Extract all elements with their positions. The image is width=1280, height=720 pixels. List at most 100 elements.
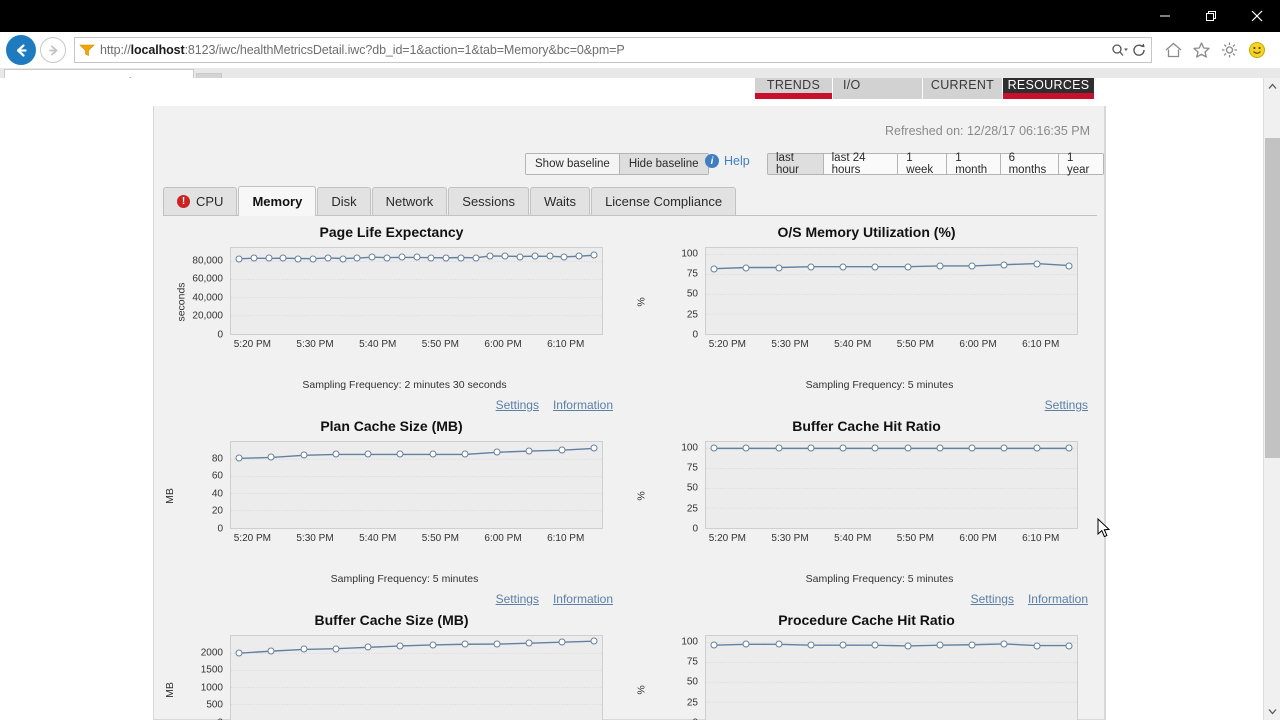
range-button-1-month[interactable]: 1 month [946,152,1000,176]
chart-plot-area: % 0 25 50 75 100 5:20 PM 5:30 PM 5:40 PM 5:50 PM 6… [629,441,1088,551]
plot-canvas [230,441,603,529]
plot-wrapper: 0 25 50 75 100 5:20 PM 5:30 PM 5:40 PM 5:50 PM 6:… [657,247,1078,350]
y-axis-ticks: 0255075100 [657,635,703,720]
information-link[interactable]: Information [1028,592,1088,606]
y-tick-label: 25 [686,697,698,709]
nav-tab-current[interactable]: CURRENT [923,78,1003,99]
settings-gear-icon[interactable] [1220,41,1239,59]
data-point-marker [904,642,912,650]
metric-tab-memory[interactable]: Memory [238,186,317,216]
metric-tab-label: Sessions [462,194,516,209]
refresh-icon[interactable] [1131,42,1147,58]
x-axis-ticks: 5:20 PM 5:30 PM 5:40 PM 5:50 PM 6:00 PM 6:10 … [230,337,603,353]
chart-row: Buffer Cache Size (MB)MB0500100015002000… [154,606,1104,720]
scroll-down-arrow-icon[interactable] [1264,703,1280,720]
data-point-marker [558,446,566,454]
data-point-marker [427,254,435,262]
y-tick-label: 40 [211,488,223,500]
x-tick-label: 5:40 PM [834,533,872,544]
favorites-star-icon[interactable] [1192,41,1211,59]
information-link[interactable]: Information [553,398,613,412]
help-link[interactable]: i Help [705,154,750,168]
navigation-bar: http://localhost:8123/iwc/healthMetricsD… [0,32,1280,68]
range-button-1-year[interactable]: 1 year [1058,152,1103,176]
chart-row: Page Life Expectancy seconds 0 20,000 40,000… [154,218,1104,412]
nav-tab-storage-i-o[interactable]: STORAGE I/O [833,78,923,99]
x-tick-label: 5:40 PM [834,339,872,350]
forward-arrow-icon[interactable] [40,37,66,63]
x-tick-label: 5:50 PM [896,533,934,544]
back-arrow-icon[interactable] [6,35,36,65]
data-point-marker [1065,642,1073,650]
minimize-button[interactable] [1142,0,1188,32]
settings-link[interactable]: Settings [971,592,1014,606]
y-axis-label: % [635,297,648,307]
nav-tab-resources[interactable]: RESOURCES [1003,78,1095,99]
data-point-marker [1033,444,1041,452]
metric-tab-license-compliance[interactable]: License Compliance [591,187,737,215]
metric-tab-waits[interactable]: Waits [530,187,591,215]
nav-tab-underline [755,93,832,99]
y-tick-label: 20 [211,505,223,517]
chart-plot-area: % 0 25 50 75 100 5:20 PM 5:30 PM 5:40 PM 5:50 PM 6… [629,247,1088,357]
range-button-last-24-hours[interactable]: last 24 hours [822,152,898,176]
chart-row: Plan Cache Size (MB) MB 0 20 40 60 80 5:20 PM 5:… [154,412,1104,606]
chart-plot-area: MB05001000150020005:20 PM5:30 PM5:40 PM5… [154,635,613,720]
close-button[interactable] [1234,0,1280,32]
show-baseline-button[interactable]: Show baseline [526,154,619,174]
data-point-marker [839,263,847,271]
hide-baseline-button[interactable]: Hide baseline [618,154,708,174]
y-tick-label: 60 [211,470,223,482]
y-axis-ticks: 0 20 40 60 80 [182,441,228,534]
nav-tab-label: STORAGE I/O [843,78,861,92]
y-axis-ticks: 0255075100 [657,441,703,534]
browser-window: http://localhost:8123/iwc/healthMetricsD… [0,0,1280,720]
y-tick-label: 500 [206,699,223,711]
settings-link[interactable]: Settings [1045,398,1088,412]
x-tick-label: 5:30 PM [771,533,809,544]
metric-tab-label: Disk [331,194,357,209]
data-point-marker [486,252,494,260]
chart-buffer-cache-size-mb: Buffer Cache Size (MB)MB0500100015002000… [154,606,629,720]
data-point-marker [590,637,598,645]
x-tick-label: 5:50 PM [421,533,459,544]
data-point-marker [279,254,287,262]
scroll-thumb[interactable] [1265,138,1280,458]
x-tick-label: 5:20 PM [233,339,271,350]
smiley-feedback-icon[interactable] [1248,41,1266,59]
address-bar[interactable]: http://localhost:8123/iwc/healthMetricsD… [74,37,1152,63]
data-point-marker [461,640,469,648]
data-point-marker [936,444,944,452]
range-button-1-week[interactable]: 1 week [897,152,947,176]
search-dropdown-icon[interactable] [1111,42,1128,58]
data-point-marker [493,448,501,456]
y-axis-ticks: 0255075100 [657,247,703,340]
x-tick-label: 5:30 PM [296,339,334,350]
home-icon[interactable] [1164,41,1183,59]
metric-tab-sessions[interactable]: Sessions [448,187,530,215]
address-controls [1105,42,1147,58]
information-link[interactable]: Information [553,592,613,606]
ie-toolbar [1154,41,1274,59]
data-point-marker [1065,444,1073,452]
title-bar [0,0,1280,32]
settings-link[interactable]: Settings [496,398,539,412]
metric-tab-disk[interactable]: Disk [317,187,371,215]
data-point-marker [294,255,302,262]
data-point-marker [710,444,718,452]
range-button-last-hour[interactable]: last hour [768,152,823,176]
site-favicon-icon [79,44,95,56]
page-scrollbar[interactable] [1263,78,1280,720]
range-button-6-months[interactable]: 6 months [999,152,1059,176]
restore-button[interactable] [1188,0,1234,32]
metric-tab-label: Network [385,194,434,209]
settings-link[interactable]: Settings [496,592,539,606]
metric-tab-cpu[interactable]: ! CPU [163,187,238,215]
y-tick-label: 1500 [200,664,223,676]
metric-tab-bar: ! CPU Memory Disk Network Sessions Waits Licens… [163,186,1097,216]
scroll-up-arrow-icon[interactable] [1264,78,1280,95]
metric-tab-network[interactable]: Network [371,187,448,215]
y-tick-label: 20,000 [192,310,223,322]
y-tick-label: 0 [217,329,223,341]
nav-tab-trends[interactable]: TRENDS [755,78,833,99]
